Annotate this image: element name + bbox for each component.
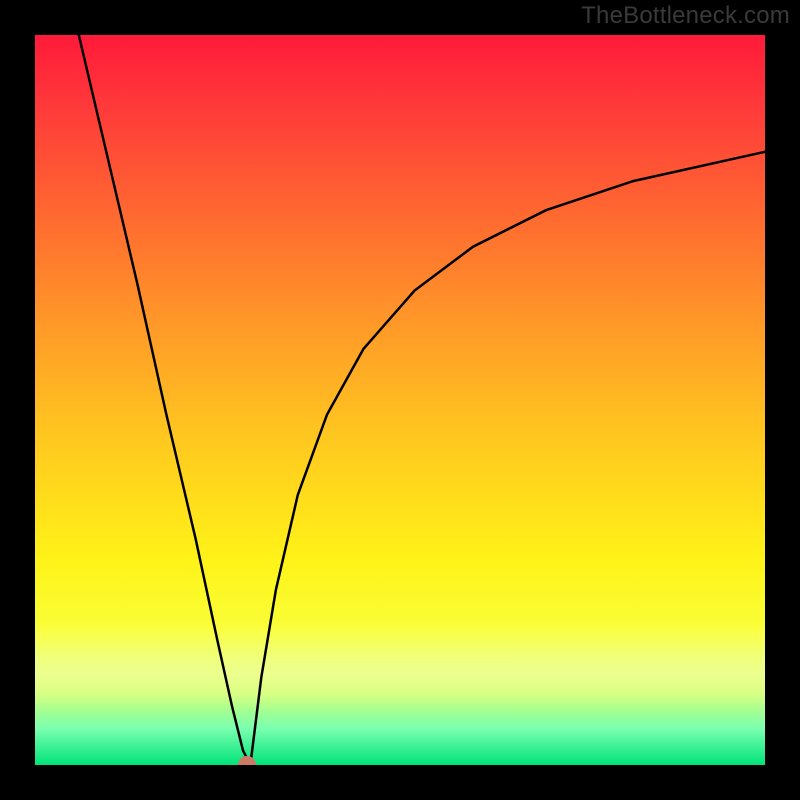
plot-area — [35, 35, 765, 765]
chart-frame: TheBottleneck.com — [0, 0, 800, 800]
heat-gradient — [35, 35, 765, 765]
watermark-text: TheBottleneck.com — [581, 2, 790, 30]
